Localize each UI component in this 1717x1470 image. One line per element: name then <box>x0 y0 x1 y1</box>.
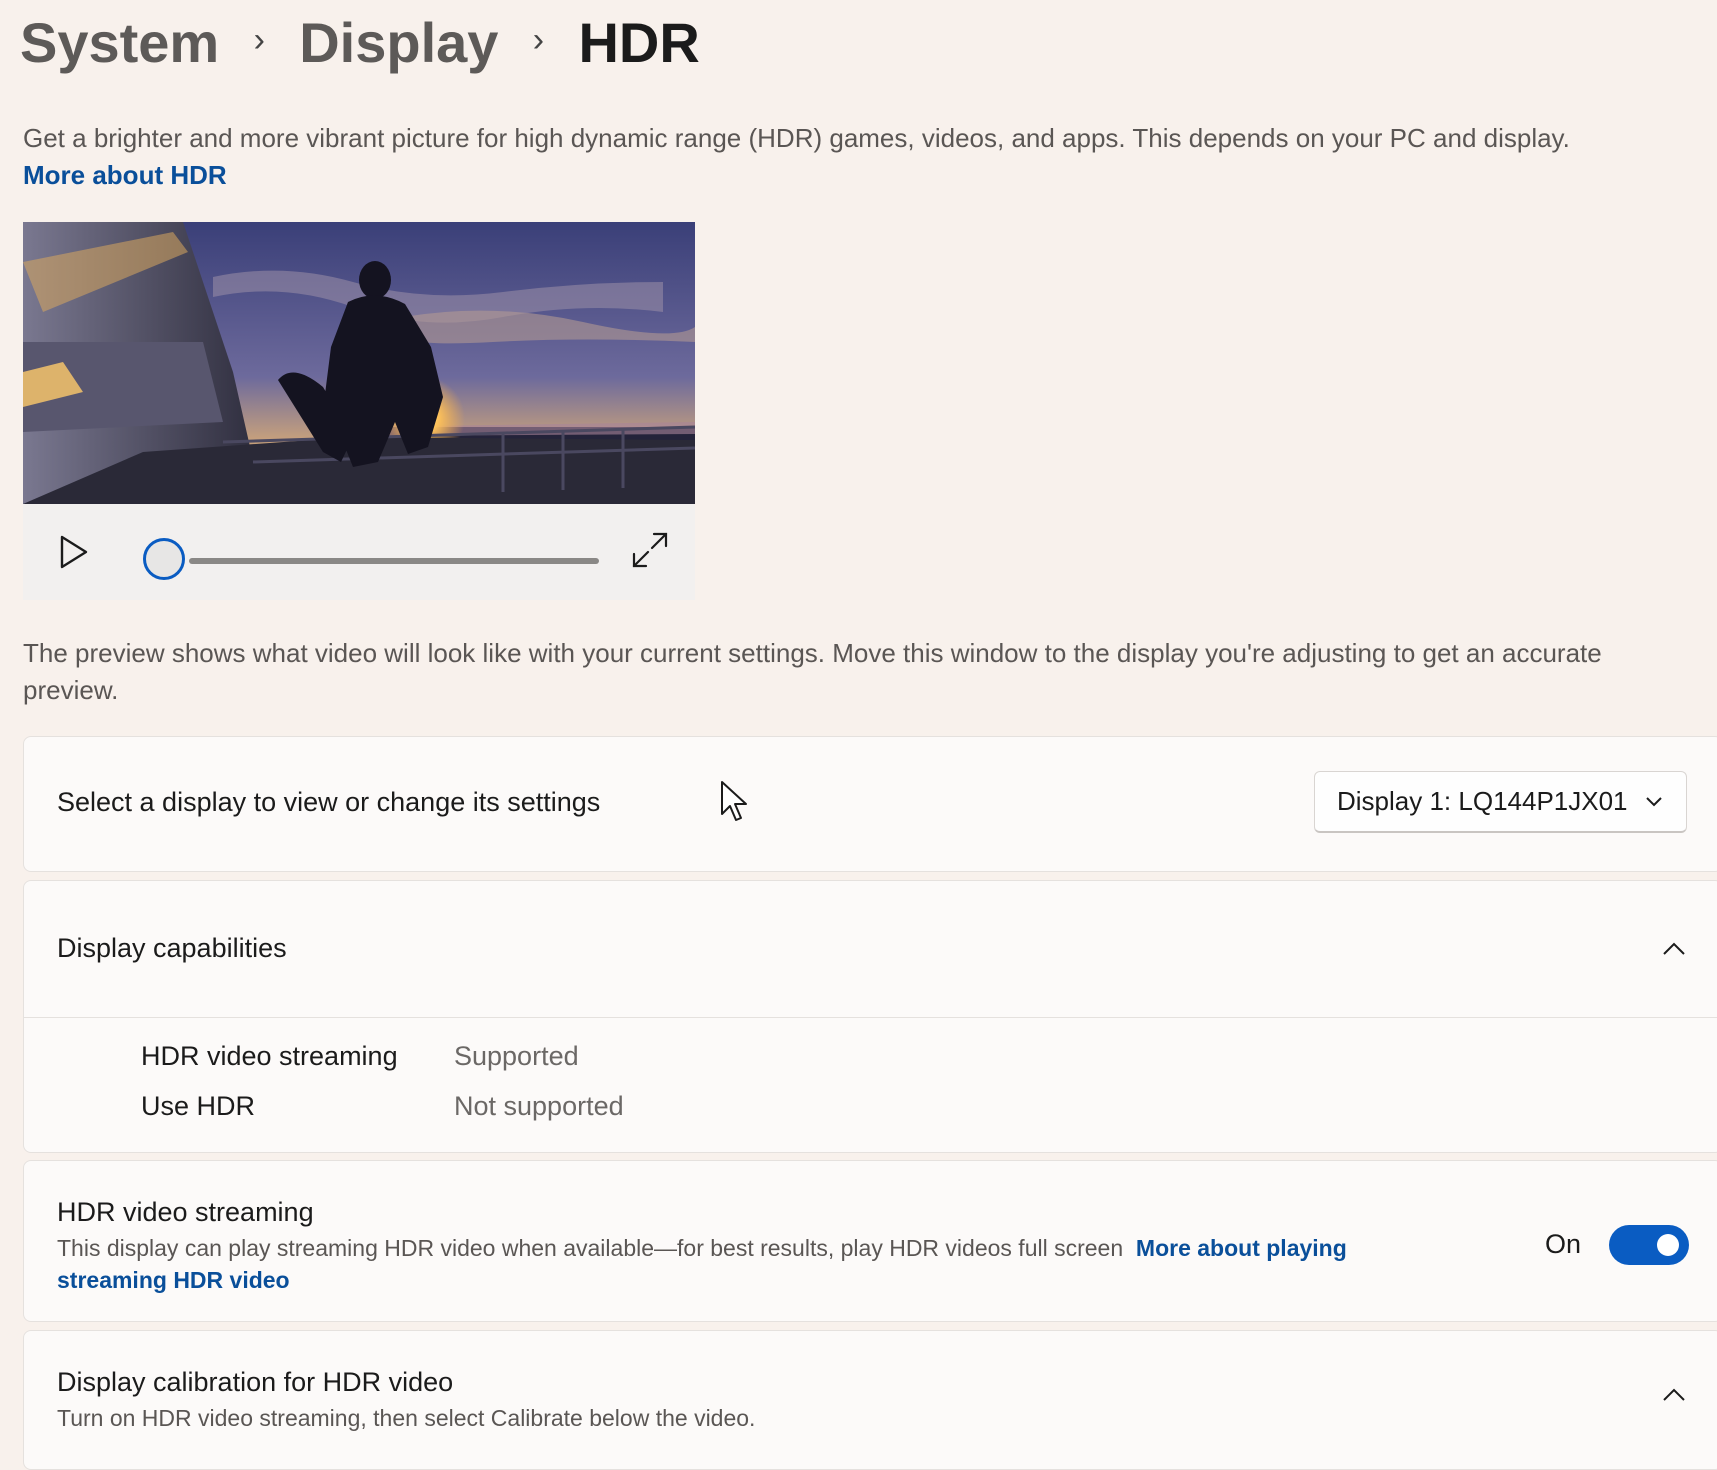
more-about-streaming-link[interactable]: More about playing <box>1136 1235 1347 1261</box>
hdr-streaming-description: This display can play streaming HDR vide… <box>57 1232 1437 1296</box>
preview-note: The preview shows what video will look l… <box>23 638 1602 705</box>
capabilities-title[interactable]: Display capabilities <box>57 933 287 964</box>
more-about-hdr-link[interactable]: More about HDR <box>23 157 1570 194</box>
chevron-down-icon <box>1646 797 1662 807</box>
intro-section: Get a brighter and more vibrant picture … <box>23 120 1570 194</box>
capability-label: HDR video streaming <box>141 1041 398 1071</box>
hdr-streaming-card: HDR video streaming This display can pla… <box>23 1160 1717 1322</box>
display-select-card: Select a display to view or change its s… <box>23 736 1717 872</box>
video-controls <box>23 504 695 600</box>
display-select-label: Select a display to view or change its s… <box>57 787 601 817</box>
seek-slider-thumb[interactable] <box>143 538 185 580</box>
seek-slider[interactable] <box>189 558 599 564</box>
intro-text: Get a brighter and more vibrant picture … <box>23 123 1570 153</box>
calibration-title[interactable]: Display calibration for HDR video <box>57 1367 453 1398</box>
capabilities-card: Display capabilities HDR video streaming… <box>23 880 1717 1153</box>
fullscreen-icon[interactable] <box>628 528 672 572</box>
video-preview <box>23 222 695 600</box>
capability-label: Use HDR <box>141 1091 256 1121</box>
display-dropdown[interactable]: Display 1: LQ144P1JX01 <box>1314 771 1687 833</box>
chevron-up-icon[interactable] <box>1659 1385 1689 1405</box>
calibration-card: Display calibration for HDR video Turn o… <box>23 1330 1717 1470</box>
video-thumbnail[interactable] <box>23 222 695 504</box>
divider <box>24 1017 1717 1018</box>
capability-value: Not supported <box>454 1091 624 1121</box>
breadcrumb: System › Display › HDR <box>20 4 700 80</box>
chevron-up-icon[interactable] <box>1659 939 1689 959</box>
breadcrumb-separator-icon: › <box>532 20 545 59</box>
hdr-streaming-description-text: This display can play streaming HDR vide… <box>57 1235 1124 1261</box>
toggle-knob <box>1657 1234 1679 1256</box>
display-dropdown-value: Display 1: LQ144P1JX01 <box>1337 786 1628 816</box>
page-title: HDR <box>578 10 700 74</box>
breadcrumb-separator-icon: › <box>253 20 265 59</box>
mouse-cursor-icon <box>721 781 747 821</box>
breadcrumb-system[interactable]: System <box>20 10 219 75</box>
hdr-streaming-title: HDR video streaming <box>57 1197 314 1227</box>
play-icon[interactable] <box>53 532 93 572</box>
more-about-streaming-link-cont[interactable]: streaming HDR video <box>57 1267 290 1293</box>
hdr-streaming-toggle[interactable] <box>1609 1225 1689 1265</box>
capability-value: Supported <box>454 1041 579 1071</box>
breadcrumb-display[interactable]: Display <box>299 10 498 75</box>
toggle-state-label: On <box>1545 1229 1582 1259</box>
calibration-description: Turn on HDR video streaming, then select… <box>57 1405 756 1431</box>
